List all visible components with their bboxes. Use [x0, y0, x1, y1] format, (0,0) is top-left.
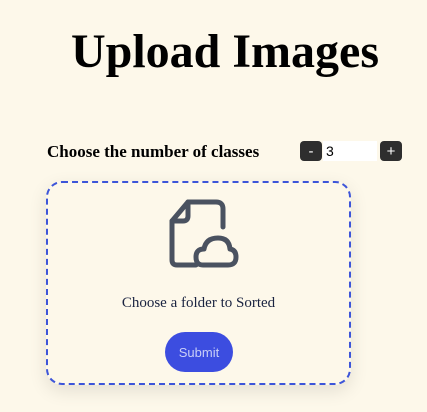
submit-button[interactable]: Submit: [165, 332, 233, 372]
classes-row: Choose the number of classes: [47, 140, 259, 164]
increment-button[interactable]: +: [380, 141, 402, 161]
class-count-input[interactable]: [323, 141, 377, 161]
folder-dropzone[interactable]: Choose a folder to Sorted Submit: [46, 181, 351, 385]
classes-label: Choose the number of classes: [47, 142, 260, 161]
page-title: Upload Images: [70, 25, 380, 78]
file-cloud-upload-icon: [169, 199, 239, 268]
decrement-button[interactable]: -: [300, 141, 322, 161]
dropzone-text: Choose a folder to Sorted: [121, 295, 276, 311]
